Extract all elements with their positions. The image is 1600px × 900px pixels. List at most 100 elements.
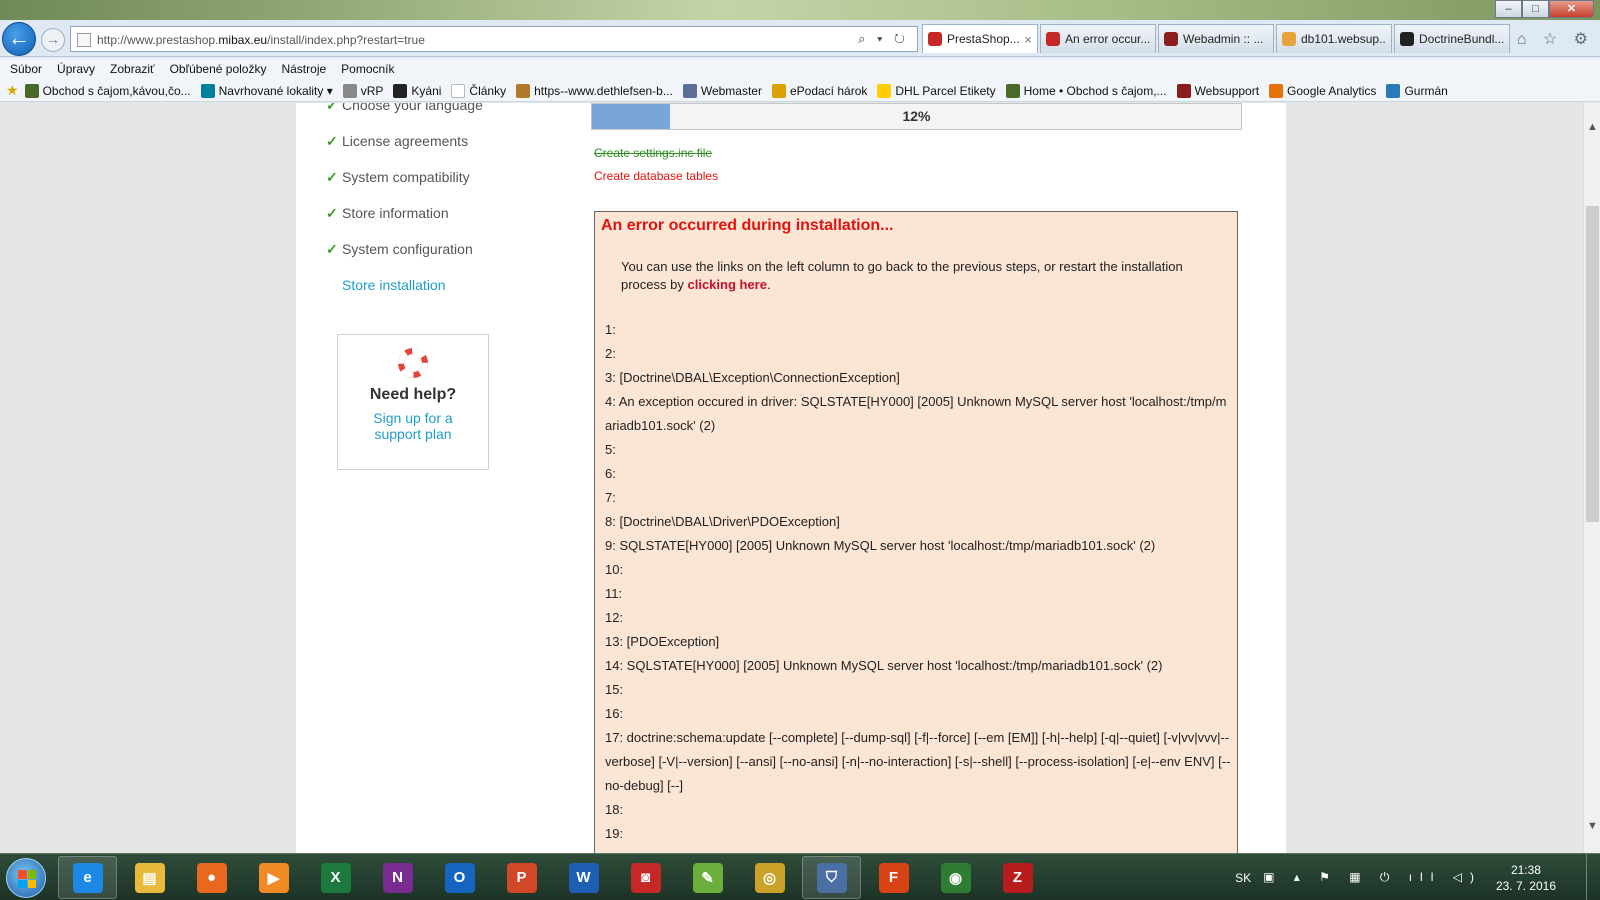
start-button[interactable] — [6, 858, 46, 898]
tray-icons[interactable]: ▣ ▴ ⚑ ▦ ⏻ ıll ◁) — [1263, 870, 1482, 885]
log-line-text: 17: doctrine:schema:update [--complete] … — [605, 730, 1231, 793]
taskbar-security-app-button[interactable]: ⛉ — [802, 856, 861, 899]
internet-explorer-icon: e — [72, 862, 103, 893]
menu-item-6[interactable]: Pomocník — [341, 62, 394, 76]
favorite-item-8[interactable]: ePodací hárok — [771, 83, 867, 98]
tab-label: Webadmin :: ... — [1183, 32, 1264, 46]
log-line: 17: doctrine:schema:update [--complete] … — [605, 726, 1231, 798]
check-icon: ✓ — [326, 205, 338, 221]
tab-favicon-icon — [1164, 32, 1178, 46]
menu-item-2[interactable]: Úpravy — [57, 62, 95, 76]
scroll-thumb[interactable] — [1586, 206, 1599, 522]
tab-close-icon[interactable]: × — [1024, 32, 1032, 47]
log-line-text: 4: An exception occured in driver: SQLST… — [605, 394, 1227, 433]
browser-tab-3[interactable]: Webadmin :: ... — [1158, 24, 1274, 53]
maximize-button[interactable]: □ — [1522, 0, 1549, 18]
log-line: 12: — [605, 606, 1231, 630]
favorite-item-13[interactable]: Gurmán — [1386, 83, 1448, 98]
show-desktop-button[interactable] — [1586, 854, 1600, 900]
onenote-icon: N — [382, 862, 413, 893]
windows-taskbar: e ▤ ● ▶ X N O P W ◙ ✎ ◎ ⛉ F ◉ Z SK ▣ ▴ ⚑ ▦ ⏻ ıll ◁) 21:… — [0, 853, 1600, 900]
browser-tab-1[interactable]: PrestaShop... × — [922, 24, 1038, 53]
taskbar-filezilla-button[interactable]: Z — [988, 856, 1047, 899]
menu-item-1[interactable]: Súbor — [10, 62, 42, 76]
check-icon: ✓ — [326, 103, 338, 113]
install-step-3[interactable]: ✓ System compatibility — [326, 166, 483, 202]
support-link-line-1: Sign up for a — [373, 410, 453, 426]
install-step-6[interactable]: Store installation — [326, 274, 483, 310]
url-text[interactable]: http://www.prestashop.mibax.eu/install/i… — [97, 33, 425, 47]
taskbar-firefox-button[interactable]: ● — [182, 856, 241, 899]
forward-button[interactable]: → — [41, 28, 65, 52]
menu-bar: Súbor Úpravy Zobraziť Obľúbené položky Nástr… — [0, 58, 1600, 80]
favorite-item-5[interactable]: Články — [451, 83, 506, 98]
url-prefix: http://www.prestashop. — [97, 33, 219, 47]
menu-item-4[interactable]: Obľúbené položky — [170, 62, 267, 76]
browser-tab-4[interactable]: db101.websup... — [1276, 24, 1392, 53]
step-label: Store information — [342, 205, 449, 221]
favorite-label: vRP — [360, 83, 384, 98]
firefox-icon: ● — [196, 862, 227, 893]
menu-item-5[interactable]: Nástroje — [281, 62, 326, 76]
favorites-star-icon[interactable]: ★ — [6, 82, 19, 99]
url-suffix: /install/index.php?restart=true — [267, 33, 425, 47]
taskbar-foxit-reader-button[interactable]: F — [864, 856, 923, 899]
chrome-icon: ◉ — [940, 862, 971, 893]
favorite-icon — [200, 83, 215, 98]
scroll-down-icon[interactable]: ▼ — [1584, 818, 1600, 835]
support-plan-link[interactable]: Sign up for a support plan — [338, 410, 488, 442]
language-indicator[interactable]: SK — [1235, 871, 1251, 885]
address-bar[interactable]: http://www.prestashop.mibax.eu/install/i… — [70, 26, 918, 52]
scroll-up-icon[interactable]: ▲ — [1584, 119, 1600, 136]
taskbar-media-player-button[interactable]: ▶ — [244, 856, 303, 899]
log-line-text: 3: [Doctrine\DBAL\Exception\ConnectionEx… — [605, 370, 900, 385]
taskbar-onenote-button[interactable]: N — [368, 856, 427, 899]
browser-tab-2[interactable]: An error occur... — [1040, 24, 1156, 53]
minimize-button[interactable]: – — [1495, 0, 1522, 18]
taskbar-camera-app-button[interactable]: ◙ — [616, 856, 675, 899]
install-step-4[interactable]: ✓ Store information — [326, 202, 483, 238]
menu-item-3[interactable]: Zobraziť — [110, 62, 155, 76]
favorite-item-7[interactable]: Webmaster — [682, 83, 762, 98]
taskbar-word-button[interactable]: W — [554, 856, 613, 899]
install-step-2[interactable]: ✓ License agreements — [326, 130, 483, 166]
home-favorites-settings-icon[interactable]: ⌂ ☆ ⚙ — [1517, 29, 1594, 49]
close-window-button[interactable]: ✕ — [1549, 0, 1594, 18]
vertical-scrollbar[interactable]: ▲ ▼ — [1583, 103, 1600, 853]
log-line: 13: [PDOException] — [605, 630, 1231, 654]
favorite-item-2[interactable]: Navrhované lokality ▾ — [200, 83, 333, 98]
address-tools-icon[interactable]: ⌕ ▾ ↻ — [858, 31, 909, 47]
taskbar-coins-app-button[interactable]: ◎ — [740, 856, 799, 899]
install-step-5[interactable]: ✓ System configuration — [326, 238, 483, 274]
back-button[interactable]: ← — [2, 22, 36, 56]
favorite-item-10[interactable]: Home • Obchod s čajom,... — [1005, 83, 1167, 98]
taskbar-powerpoint-button[interactable]: P — [492, 856, 551, 899]
check-icon: ✓ — [326, 133, 338, 149]
step-label: Store installation — [342, 277, 446, 293]
favorite-item-6[interactable]: https--www.dethlefsen-b... — [516, 83, 673, 98]
favorite-item-1[interactable]: Obchod s čajom,kávou,čo... — [24, 83, 191, 98]
taskbar-evernote-button[interactable]: ✎ — [678, 856, 737, 899]
restart-installation-link[interactable]: clicking here — [687, 277, 766, 292]
taskbar-file-explorer-button[interactable]: ▤ — [120, 856, 179, 899]
browser-tab-5[interactable]: DoctrineBundl... — [1394, 24, 1510, 53]
favorite-item-9[interactable]: DHL Parcel Etikety — [877, 83, 996, 98]
taskbar-excel-button[interactable]: X — [306, 856, 365, 899]
log-line: 9: SQLSTATE[HY000] [2005] Unknown MySQL … — [605, 534, 1231, 558]
taskbar-outlook-button[interactable]: O — [430, 856, 489, 899]
log-line-text: 16: — [605, 706, 624, 721]
taskbar-internet-explorer-button[interactable]: e — [58, 856, 117, 899]
log-line: 16: — [605, 702, 1231, 726]
error-log: 1: 2: 3: [Doctrine\DBAL\Exception\Connecti… — [605, 318, 1231, 846]
favorite-item-3[interactable]: vRP — [342, 83, 384, 98]
clock[interactable]: 21:38 23. 7. 2016 — [1496, 862, 1556, 894]
taskbar-chrome-button[interactable]: ◉ — [926, 856, 985, 899]
lifebuoy-icon — [398, 348, 428, 378]
favorite-item-12[interactable]: Google Analytics — [1269, 83, 1376, 98]
favorite-item-4[interactable]: Kyáni — [393, 83, 441, 98]
evernote-icon: ✎ — [692, 862, 723, 893]
log-line: 14: SQLSTATE[HY000] [2005] Unknown MySQL… — [605, 654, 1231, 678]
install-step-1[interactable]: ✓ Choose your language — [326, 103, 483, 130]
completed-install-step: Create settings.inc file — [594, 146, 713, 160]
favorite-item-11[interactable]: Websupport — [1176, 83, 1259, 98]
